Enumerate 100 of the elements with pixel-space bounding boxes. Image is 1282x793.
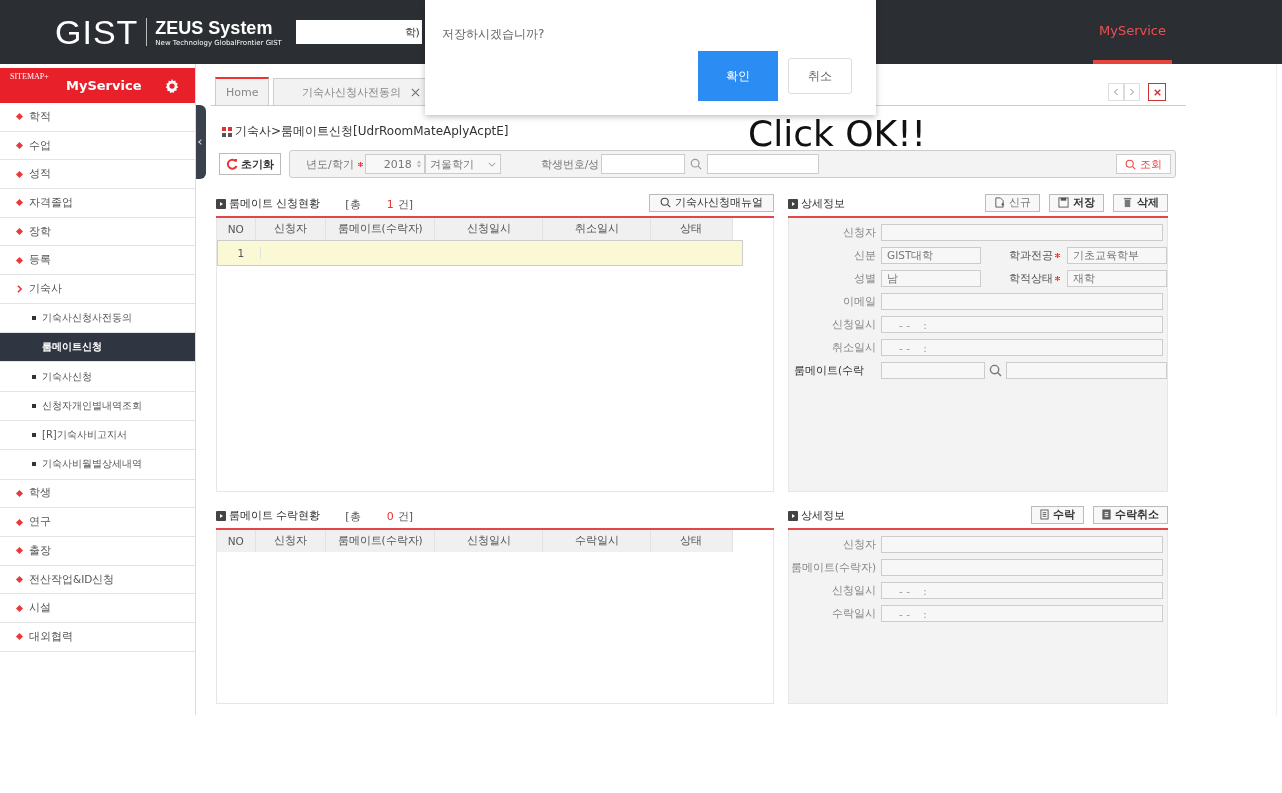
- field-label: 성별: [853, 271, 877, 286]
- field-label: 수락일시: [831, 606, 877, 621]
- action-button[interactable]: 수락: [1031, 505, 1084, 524]
- table-row[interactable]: 1: [217, 240, 743, 266]
- sidebar-item[interactable]: 대외협력: [0, 623, 195, 652]
- section-title: 상세정보: [801, 197, 845, 211]
- column-header: 수락일시: [543, 530, 651, 552]
- field-label: 룸메이트(수락자): [789, 560, 877, 575]
- required-mark-icon: [1055, 253, 1060, 258]
- year-spinner[interactable]: 2018: [364, 154, 425, 174]
- sidebar-subitem[interactable]: 신청자개인별내역조회: [0, 391, 195, 421]
- action-button[interactable]: 신규: [985, 193, 1040, 212]
- field-label: 취소일시: [831, 340, 877, 355]
- manual-button[interactable]: 기숙사신청매뉴얼: [649, 193, 774, 212]
- user-info-field: 학): [295, 20, 422, 44]
- text-field[interactable]: [881, 293, 1163, 310]
- required-mark-icon: [357, 161, 363, 167]
- roommate-name-field[interactable]: [1005, 362, 1167, 379]
- search-icon[interactable]: [988, 364, 1002, 377]
- field-label: 신분: [853, 248, 877, 263]
- section-title: 룸메이트 수락현황: [229, 509, 321, 523]
- nav-link[interactable]: MyService: [1093, 0, 1172, 64]
- column-header: 상태: [650, 530, 733, 552]
- field-label: 년도/학기: [306, 156, 354, 172]
- collapse-handle[interactable]: [196, 105, 206, 179]
- search-icon: [660, 197, 671, 208]
- text-field[interactable]: [881, 559, 1163, 576]
- action-button[interactable]: 수락취소: [1093, 505, 1168, 524]
- sidebar-item[interactable]: 기숙사: [0, 275, 195, 304]
- count-text: [총 0 건]: [345, 508, 413, 524]
- sidebar-item[interactable]: 출장: [0, 536, 195, 566]
- table-cell: 1: [222, 247, 261, 259]
- page-title: 기숙사>룸메이트신청[UdrRoomMateAplyAcptE]: [235, 123, 509, 140]
- next-tab-button[interactable]: [1124, 83, 1140, 101]
- close-icon: [1153, 88, 1161, 96]
- trash-icon: [1122, 197, 1133, 208]
- new-document-icon: [994, 197, 1005, 208]
- section-icon: [216, 199, 226, 209]
- column-header: NO: [217, 530, 256, 552]
- field-label: 학적상태: [981, 271, 1067, 286]
- dialog-button[interactable]: 취소: [788, 58, 852, 94]
- close-icon[interactable]: [411, 87, 421, 97]
- sidebar-item[interactable]: 시설: [0, 594, 195, 624]
- system-name: ZEUS System: [155, 17, 274, 39]
- sidebar-item[interactable]: 장학: [0, 217, 195, 247]
- previous-tab-button[interactable]: [1108, 83, 1124, 101]
- count-text: [총 1 건]: [345, 196, 413, 212]
- sidebar-item[interactable]: 전산작업&ID신청: [0, 565, 195, 595]
- required-mark-icon: [1055, 276, 1060, 281]
- sidebar-title: MyService: [66, 78, 142, 93]
- text-field[interactable]: 기초교육학부: [1067, 247, 1167, 264]
- sidebar-item[interactable]: 수업: [0, 131, 195, 161]
- section-icon: [788, 199, 798, 209]
- search-button[interactable]: 조회: [1116, 154, 1171, 174]
- sidebar-subitem[interactable]: 기숙사신청: [0, 362, 195, 392]
- text-field[interactable]: [881, 224, 1163, 241]
- sidebar-item[interactable]: 등록: [0, 246, 195, 276]
- settings-icon[interactable]: [165, 78, 179, 93]
- field-label: 신청자: [842, 537, 877, 552]
- chevron-right-icon: [17, 284, 22, 293]
- field-label: 학과전공: [981, 248, 1067, 263]
- sidebar-subitem[interactable]: 룸메이트신청: [0, 333, 195, 363]
- dialog-message: 저장하시겠습니까?: [442, 26, 546, 43]
- section-icon: [216, 511, 226, 521]
- reset-button[interactable]: 초기화: [219, 153, 281, 175]
- sidebar-item[interactable]: 연구: [0, 508, 195, 537]
- field-label: 학생번호/성: [540, 156, 600, 172]
- sidebar-item[interactable]: 자격졸업: [0, 189, 195, 218]
- annotation-text: Click OK!!: [748, 113, 927, 154]
- action-button[interactable]: 삭제: [1113, 193, 1168, 212]
- document-icon: [1102, 509, 1111, 520]
- column-header: 룸메이트(수락자): [325, 530, 436, 552]
- search-icon[interactable]: [690, 158, 703, 170]
- sidebar-item[interactable]: 성적: [0, 160, 195, 190]
- field-label: 룸메이트(수락: [793, 363, 866, 378]
- field-label: 신청자: [842, 225, 877, 240]
- section-icon: [788, 511, 798, 521]
- column-header: 신청자: [255, 530, 326, 552]
- section-title: 상세정보: [801, 509, 845, 523]
- sidebar-item[interactable]: 학적: [0, 103, 195, 132]
- roommate-id-field[interactable]: [881, 362, 985, 379]
- semester-dropdown[interactable]: 겨울학기: [424, 154, 501, 174]
- text-field[interactable]: 재학: [1067, 270, 1167, 287]
- refresh-icon: [226, 158, 238, 170]
- student-name-field[interactable]: [707, 154, 820, 174]
- student-id-field[interactable]: [601, 154, 686, 174]
- close-all-button[interactable]: [1148, 83, 1166, 101]
- text-field[interactable]: GIST대학: [881, 247, 981, 264]
- chevron-left-icon: [1113, 88, 1119, 96]
- field-label: 이메일: [842, 294, 877, 309]
- sidebar-item[interactable]: 학생: [0, 479, 195, 509]
- sitemap-link[interactable]: SITEMAP+: [10, 72, 49, 81]
- action-button[interactable]: 저장: [1049, 193, 1104, 212]
- column-header: 신청일시: [435, 530, 544, 552]
- text-field[interactable]: [881, 536, 1163, 553]
- sidebar-subitem[interactable]: 기숙사비월별상세내역: [0, 450, 195, 480]
- sidebar-subitem[interactable]: [R]기숙사비고지서: [0, 421, 195, 451]
- field-label: 신청일시: [831, 317, 877, 332]
- section-title: 룸메이트 신청현황: [229, 197, 321, 211]
- text-field[interactable]: 남: [881, 270, 981, 287]
